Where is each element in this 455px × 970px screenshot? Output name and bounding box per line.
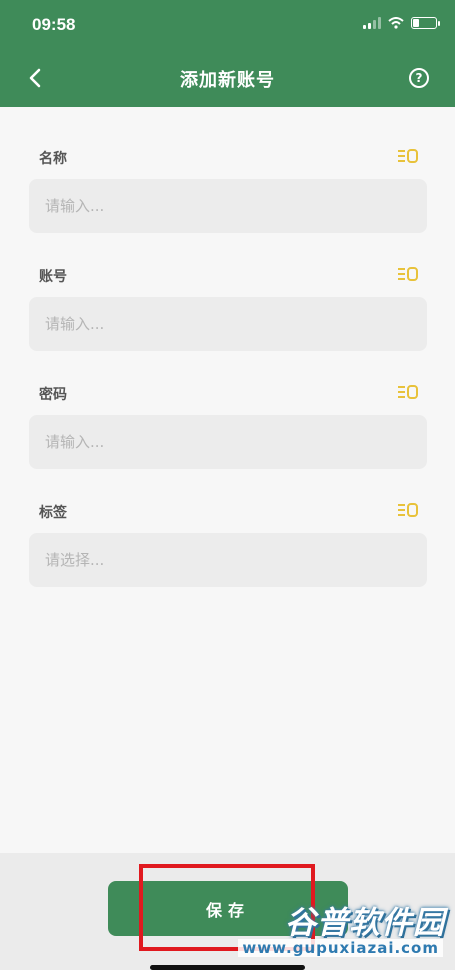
app-header: 09:58 添加新账号 ? bbox=[0, 0, 455, 107]
field-name: 名称 bbox=[29, 146, 427, 264]
field-options-icon[interactable] bbox=[397, 384, 419, 400]
field-label: 账号 bbox=[39, 269, 67, 285]
field-account: 账号 bbox=[29, 264, 427, 382]
status-icons bbox=[363, 17, 440, 29]
help-circle-icon: ? bbox=[415, 71, 423, 85]
field-options-icon[interactable] bbox=[397, 502, 419, 518]
page-title: 添加新账号 bbox=[180, 70, 275, 91]
watermark-url: www.gupuxiazai.com bbox=[238, 939, 443, 957]
name-input[interactable] bbox=[29, 179, 427, 233]
watermark-title: 谷普软件园 bbox=[285, 905, 445, 941]
field-tags: 标签 bbox=[29, 500, 427, 618]
signal-icon bbox=[363, 17, 381, 29]
help-button[interactable]: ? bbox=[409, 68, 429, 88]
field-password: 密码 bbox=[29, 382, 427, 500]
field-label: 密码 bbox=[39, 387, 67, 403]
account-form: 名称 账号 密码 标签 bbox=[29, 146, 427, 618]
field-label: 名称 bbox=[39, 151, 67, 167]
field-options-icon[interactable] bbox=[397, 266, 419, 282]
battery-icon bbox=[411, 17, 440, 29]
field-options-icon[interactable] bbox=[397, 148, 419, 164]
field-label: 标签 bbox=[39, 505, 67, 521]
account-input[interactable] bbox=[29, 297, 427, 351]
password-input[interactable] bbox=[29, 415, 427, 469]
tags-select[interactable] bbox=[29, 533, 427, 587]
status-time: 09:58 bbox=[32, 15, 76, 34]
watermark: 谷普软件园 www.gupuxiazai.com bbox=[238, 897, 451, 967]
wifi-icon bbox=[388, 17, 404, 29]
